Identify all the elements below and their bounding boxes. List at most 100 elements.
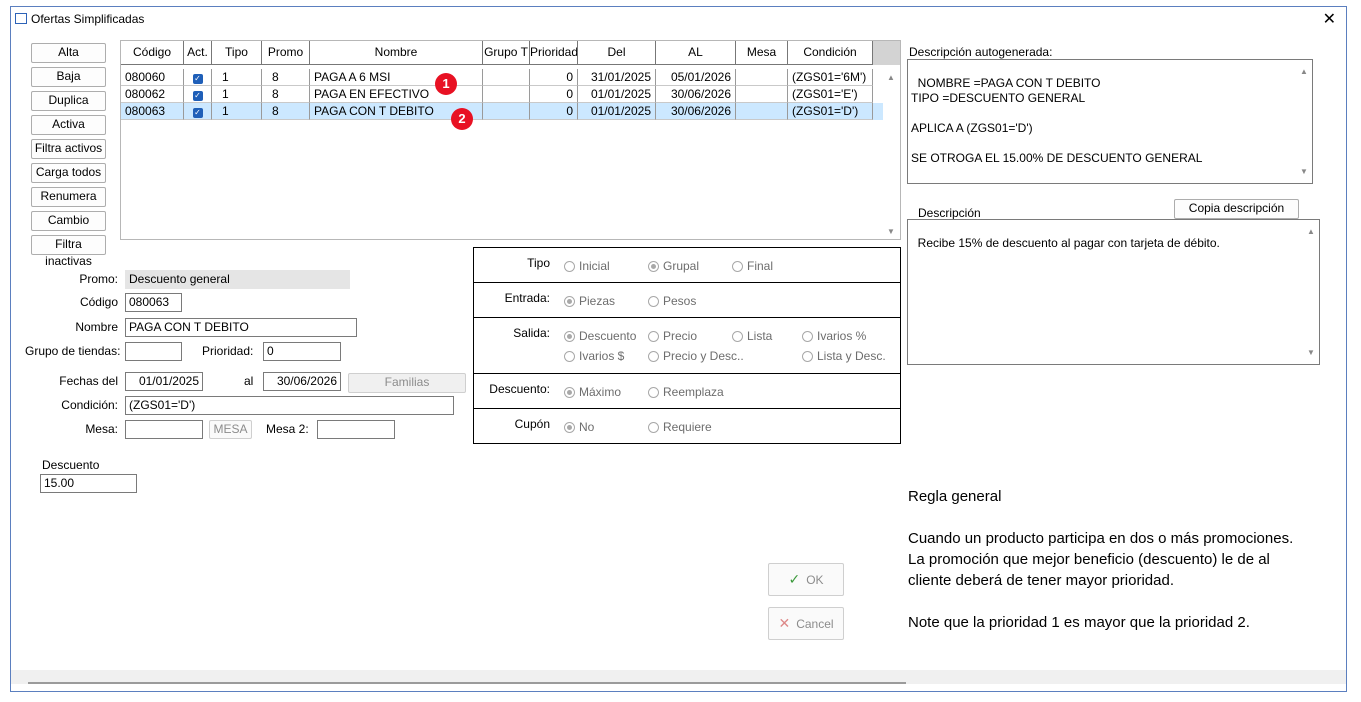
radio-inicial[interactable]: Inicial (564, 259, 610, 273)
cell-del: 01/01/2025 (578, 103, 656, 120)
auto-description-scroll[interactable]: ▲ ▼ (1296, 60, 1312, 183)
nombre-field[interactable]: PAGA CON T DEBITO (125, 318, 357, 337)
filtra-activos-button[interactable]: Filtra activos (31, 139, 106, 159)
baja-button[interactable]: Baja (31, 67, 106, 87)
description-scroll[interactable]: ▲ ▼ (1303, 220, 1319, 364)
duplica-button[interactable]: Duplica (31, 91, 106, 111)
radio-piezas[interactable]: Piezas (564, 294, 615, 308)
radio-pesos[interactable]: Pesos (648, 294, 696, 308)
scroll-up-icon[interactable]: ▲ (1307, 224, 1315, 239)
fecha-al-field[interactable]: 30/06/2026 (263, 372, 341, 391)
table-row-selected[interactable]: 080063 ✓ 1 8 PAGA CON T DEBITO 0 01/01/2… (121, 103, 884, 120)
cell-act[interactable]: ✓ (184, 86, 212, 103)
entrada-label: Entrada: (504, 291, 550, 305)
col-header-condicion[interactable]: Condición (788, 41, 873, 65)
descuento-label: Descuento (42, 458, 100, 472)
col-header-act[interactable]: Act. (184, 41, 212, 65)
cambio-button[interactable]: Cambio (31, 211, 106, 231)
table-row[interactable]: 080060 ✓ 1 8 PAGA A 6 MSI 0 31/01/2025 0… (121, 69, 884, 86)
prioridad-label: Prioridad: (202, 344, 254, 358)
cell-del: 31/01/2025 (578, 69, 656, 86)
condicion-field[interactable]: (ZGS01='D') (125, 396, 454, 415)
scroll-down-icon[interactable]: ▼ (1300, 164, 1308, 179)
radio-requiere[interactable]: Requiere (648, 420, 712, 434)
col-header-al[interactable]: AL (656, 41, 736, 65)
cell-promo: 8 (262, 69, 310, 86)
carga-todos-button[interactable]: Carga todos (31, 163, 106, 183)
mesa-button[interactable]: MESA (209, 420, 252, 439)
checkbox-icon[interactable]: ✓ (192, 91, 203, 101)
descuento-field[interactable]: 15.00 (40, 474, 137, 493)
cell-condicion: (ZGS01='6M') (788, 69, 873, 86)
col-header-del[interactable]: Del (578, 41, 656, 65)
cancel-button[interactable]: ✕ Cancel (768, 607, 844, 640)
codigo-field[interactable]: 080063 (125, 293, 182, 312)
renumera-button[interactable]: Renumera (31, 187, 106, 207)
radio-lista-desc[interactable]: Lista y Desc. (802, 349, 886, 363)
familias-button[interactable]: Familias (348, 373, 466, 393)
radio-no[interactable]: No (564, 420, 594, 434)
col-header-mesa[interactable]: Mesa (736, 41, 788, 65)
cell-act[interactable]: ✓ (184, 69, 212, 86)
annotation-badge-1: 1 (435, 73, 457, 95)
scroll-down-icon[interactable]: ▼ (887, 227, 895, 236)
prioridad-field[interactable]: 0 (263, 342, 341, 361)
auto-description-label: Descripción autogenerada: (909, 45, 1053, 59)
grid-vscroll[interactable]: ▲ ▼ (883, 65, 900, 239)
promo-field: Descuento general (125, 270, 350, 289)
description-textarea[interactable]: Recibe 15% de descuento al pagar con tar… (907, 219, 1320, 365)
radio-ivarios-pct[interactable]: Ivarios % (802, 329, 866, 343)
cell-al: 05/01/2026 (656, 69, 736, 86)
close-button[interactable]: ✕ (1323, 9, 1336, 29)
radio-descuento[interactable]: Descuento (564, 329, 636, 343)
codigo-label: Código (79, 295, 118, 309)
col-header-tipo[interactable]: Tipo (212, 41, 262, 65)
radio-precio[interactable]: Precio (648, 329, 697, 343)
title-bar: Ofertas Simplificadas ✕ (11, 7, 1346, 31)
col-header-promo[interactable]: Promo (262, 41, 310, 65)
radio-grupal[interactable]: Grupal (648, 259, 699, 273)
cell-prioridad: 0 (530, 86, 578, 103)
scroll-down-icon[interactable]: ▼ (1307, 345, 1315, 360)
col-header-prioridad[interactable]: Prioridad (530, 41, 578, 65)
checkbox-icon[interactable]: ✓ (192, 74, 203, 84)
radio-final[interactable]: Final (732, 259, 773, 273)
radio-ivarios-amt[interactable]: Ivarios $ (564, 349, 624, 363)
cell-nombre: PAGA EN EFECTIVO (310, 86, 483, 103)
radio-maximo[interactable]: Máximo (564, 385, 621, 399)
cancel-label: Cancel (796, 617, 834, 631)
grupo-tiendas-field[interactable] (125, 342, 182, 361)
mesa2-field[interactable] (317, 420, 395, 439)
cell-codigo: 080060 (121, 69, 184, 86)
scroll-up-icon[interactable]: ▲ (887, 73, 895, 82)
activa-button[interactable]: Activa (31, 115, 106, 135)
filtra-inactivas-button[interactable]: Filtra inactivas (31, 235, 106, 268)
radio-reemplaza[interactable]: Reemplaza (648, 385, 724, 399)
checkbox-icon[interactable]: ✓ (192, 108, 203, 118)
mesa-field[interactable] (125, 420, 203, 439)
salida-row: Salida: Descuento Precio Lista Ivarios %… (474, 318, 900, 374)
alta-button[interactable]: Alta (31, 43, 106, 63)
copy-description-button[interactable]: Copia descripción (1174, 199, 1299, 219)
table-row[interactable]: 080062 ✓ 1 8 PAGA EN EFECTIVO 0 01/01/20… (121, 86, 884, 103)
col-header-grupo[interactable]: Grupo T (483, 41, 530, 65)
scroll-up-icon[interactable]: ▲ (1300, 64, 1308, 79)
tipo-row: Tipo Inicial Grupal Final (474, 248, 900, 283)
description-content: Recibe 15% de descuento al pagar con tar… (917, 236, 1220, 250)
fecha-del-field[interactable]: 01/01/2025 (125, 372, 203, 391)
cell-condicion: (ZGS01='D') (788, 103, 873, 120)
descuento-row: Descuento: Máximo Reemplaza (474, 374, 900, 409)
cell-act[interactable]: ✓ (184, 103, 212, 120)
offers-grid[interactable]: Código Act. Tipo Promo Nombre Grupo T Pr… (120, 40, 901, 240)
cell-mesa (736, 103, 788, 120)
fechas-label: Fechas del (59, 374, 118, 388)
col-header-codigo[interactable]: Código (121, 41, 184, 65)
col-header-nombre[interactable]: Nombre (310, 41, 483, 65)
promo-label: Promo: (79, 272, 118, 286)
cell-promo: 8 (262, 86, 310, 103)
ok-button[interactable]: ✓ OK (768, 563, 844, 596)
horizontal-scrollbar[interactable] (28, 682, 906, 684)
auto-description-text[interactable]: NOMBRE =PAGA CON T DEBITO TIPO =DESCUENT… (907, 59, 1313, 184)
radio-precio-desc[interactable]: Precio y Desc.. (648, 349, 744, 363)
radio-lista[interactable]: Lista (732, 329, 772, 343)
